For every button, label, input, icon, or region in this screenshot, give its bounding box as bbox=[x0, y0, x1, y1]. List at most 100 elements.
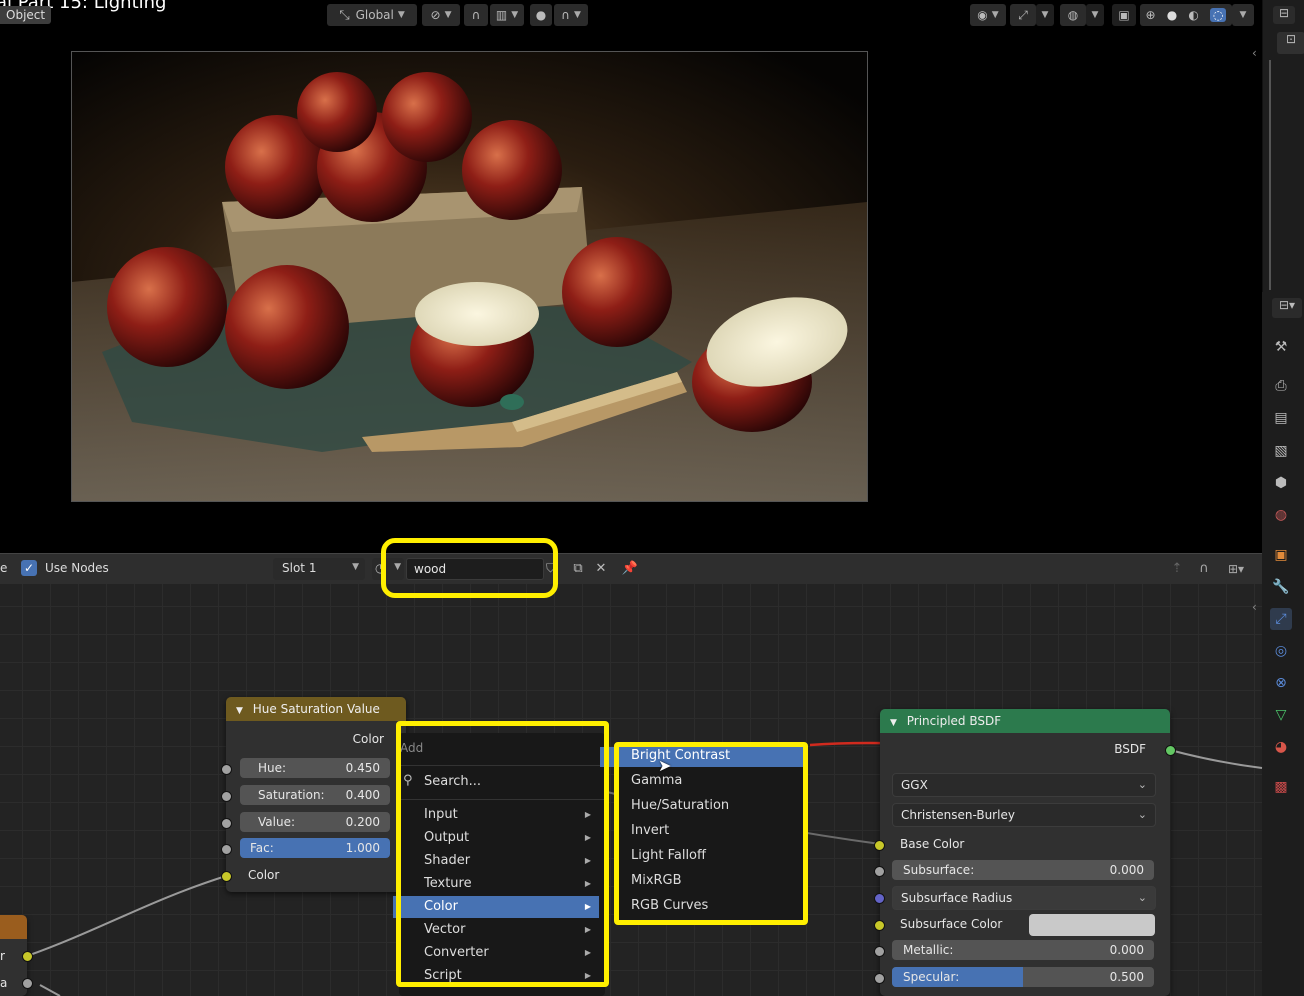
menu-item-color[interactable]: Color ▶ bbox=[393, 896, 599, 918]
collapse-triangle-icon[interactable]: ▼ bbox=[890, 718, 897, 728]
output-socket[interactable] bbox=[22, 951, 33, 962]
submenu-item-invert[interactable]: Invert bbox=[617, 820, 803, 842]
orientation-dropdown[interactable]: ⤡ Global ▼ bbox=[327, 4, 417, 26]
distribution-dropdown[interactable]: GGX ⌄ bbox=[892, 773, 1156, 797]
shading-dropdown[interactable]: ▼ bbox=[1232, 4, 1254, 26]
wireframe-shading-icon[interactable]: ⊕ bbox=[1146, 8, 1156, 22]
unlink-material-close-icon[interactable]: ✕ bbox=[591, 558, 611, 580]
hue-input-socket[interactable] bbox=[221, 764, 232, 775]
physics-properties-tab-icon[interactable]: ◎ bbox=[1270, 640, 1292, 662]
snap-options-dropdown[interactable]: ▥ ▼ bbox=[490, 4, 524, 26]
submenu-item-bright-contrast[interactable]: Bright Contrast bbox=[617, 745, 803, 767]
view-layer-properties-tab-icon[interactable]: ▧ bbox=[1270, 440, 1292, 462]
material-browse-dropdown[interactable]: ◔ ▼ bbox=[372, 558, 404, 580]
material-name-input[interactable] bbox=[406, 558, 544, 580]
overlays-toggle-button[interactable]: ◍ bbox=[1060, 4, 1086, 26]
node-sidebar-toggle-arrow-icon[interactable]: ‹ bbox=[1252, 600, 1257, 614]
saturation-input-socket[interactable] bbox=[221, 791, 232, 802]
fake-user-shield-icon[interactable]: ⛉ bbox=[546, 561, 555, 576]
fac-input-socket[interactable] bbox=[221, 844, 232, 855]
specular-slider[interactable]: Specular: 0.500 bbox=[892, 967, 1154, 987]
outliner-tree-icon[interactable]: ⊡ bbox=[1277, 32, 1304, 54]
outliner-filter-icon[interactable]: ⊟ bbox=[1273, 6, 1295, 24]
snap-toggle-button[interactable]: ∩ bbox=[464, 4, 488, 26]
sidebar-toggle-arrow-icon[interactable]: ‹ bbox=[1252, 46, 1257, 60]
material-properties-tab-icon[interactable]: ◕ bbox=[1270, 736, 1292, 758]
subsurface-radius-dropdown[interactable]: Subsurface Radius ⌄ bbox=[892, 886, 1156, 910]
output-properties-tab-icon[interactable]: ▤ bbox=[1270, 407, 1292, 429]
world-properties-tab-icon[interactable]: ◍ bbox=[1270, 504, 1292, 526]
pin-icon[interactable]: 📌 bbox=[620, 558, 640, 580]
tool-properties-tab-icon[interactable]: ⚒ bbox=[1270, 336, 1292, 358]
solid-shading-icon[interactable]: ● bbox=[1167, 8, 1177, 22]
xray-toggle-button[interactable]: ▣ bbox=[1112, 4, 1136, 26]
menu-item-input[interactable]: Input ▶ bbox=[399, 804, 599, 826]
viewport-area[interactable]: al Part 15: Lighting Object ⤡ Global ▼ ⊘… bbox=[0, 0, 1262, 552]
material-shading-icon[interactable]: ◐ bbox=[1188, 8, 1198, 22]
output-socket[interactable] bbox=[22, 978, 33, 989]
value-input-socket[interactable] bbox=[221, 818, 232, 829]
collapse-triangle-icon[interactable]: ▼ bbox=[236, 706, 243, 716]
pivot-point-dropdown[interactable]: ⊘ ▼ bbox=[422, 4, 460, 26]
menu-item-texture[interactable]: Texture ▶ bbox=[399, 873, 599, 895]
parent-node-tree-icon[interactable]: ⇡ bbox=[1166, 558, 1188, 580]
subsurface-field[interactable]: Subsurface: 0.000 bbox=[892, 860, 1154, 880]
duplicate-material-icon[interactable]: ⧉ bbox=[568, 558, 588, 580]
snap-element-icon: ▥ bbox=[495, 8, 508, 22]
menu-item-converter[interactable]: Converter ▶ bbox=[399, 942, 599, 964]
menu-item-vector[interactable]: Vector ▶ bbox=[399, 919, 599, 941]
principled-bsdf-node[interactable]: ▼ Principled BSDF BSDF GGX ⌄ Christensen… bbox=[880, 709, 1170, 996]
base-color-input-socket[interactable] bbox=[874, 840, 885, 851]
color-input-socket[interactable] bbox=[221, 871, 232, 882]
submenu-item-label: Light Falloff bbox=[631, 848, 706, 863]
subsurface-radius-input-socket[interactable] bbox=[874, 893, 885, 904]
saturation-field[interactable]: Saturation: 0.400 bbox=[240, 785, 390, 805]
rendered-shading-icon[interactable]: ◌ bbox=[1209, 8, 1227, 22]
visibility-dropdown[interactable]: ◉ ▼ bbox=[970, 4, 1006, 26]
metallic-field[interactable]: Metallic: 0.000 bbox=[892, 940, 1154, 960]
subsurface-color-input-socket[interactable] bbox=[874, 920, 885, 931]
object-mode-label[interactable]: Object bbox=[0, 6, 52, 24]
value-field[interactable]: Value: 0.200 bbox=[240, 812, 390, 832]
fac-slider[interactable]: Fac: 1.000 bbox=[240, 838, 390, 858]
constraint-properties-tab-icon[interactable]: ⊗ bbox=[1270, 672, 1292, 694]
menu-item-shader[interactable]: Shader ▶ bbox=[399, 850, 599, 872]
submenu-item-rgb-curves[interactable]: RGB Curves bbox=[617, 895, 803, 917]
menu-item-output[interactable]: Output ▶ bbox=[399, 827, 599, 849]
hue-field[interactable]: Hue: 0.450 bbox=[240, 758, 390, 778]
snap-element-dropdown[interactable]: ⊞▾ bbox=[1218, 558, 1254, 580]
subsurface-method-dropdown[interactable]: Christensen-Burley ⌄ bbox=[892, 803, 1156, 827]
properties-editor-type-dropdown[interactable]: ⊟▾ bbox=[1272, 298, 1302, 318]
color-submenu: Bright Contrast Gamma Hue/Saturation Inv… bbox=[617, 745, 803, 922]
subsurface-input-socket[interactable] bbox=[874, 866, 885, 877]
outliner-scrollbar[interactable] bbox=[1269, 60, 1271, 290]
chevron-down-icon: ▼ bbox=[1239, 10, 1247, 20]
data-properties-tab-icon[interactable]: ▽ bbox=[1270, 704, 1292, 726]
orientation-icon: ⤡ bbox=[339, 7, 350, 23]
specular-input-socket[interactable] bbox=[874, 973, 885, 984]
submenu-item-mixrgb[interactable]: MixRGB bbox=[617, 870, 803, 892]
submenu-item-hue-saturation[interactable]: Hue/Saturation bbox=[617, 795, 803, 817]
render-properties-tab-icon[interactable]: ⎙ bbox=[1270, 375, 1292, 397]
hue-saturation-value-node[interactable]: ▼ Hue Saturation Value Color Hue: 0.450 … bbox=[226, 697, 406, 892]
proportional-edit-button[interactable]: ● bbox=[530, 4, 552, 26]
submenu-item-light-falloff[interactable]: Light Falloff bbox=[617, 845, 803, 867]
snap-toggle-icon[interactable]: ∩ bbox=[1193, 558, 1215, 580]
modifier-properties-tab-icon[interactable]: 🔧 bbox=[1270, 576, 1292, 598]
bsdf-output-socket[interactable] bbox=[1165, 745, 1176, 756]
search-menu-item[interactable]: ⚲ Search... bbox=[399, 771, 599, 793]
use-nodes-checkbox[interactable]: ✓ bbox=[21, 560, 37, 576]
metallic-input-socket[interactable] bbox=[874, 946, 885, 957]
gizmo-toggle-button[interactable]: ⤢ bbox=[1010, 4, 1036, 26]
scene-properties-tab-icon[interactable]: ⬢ bbox=[1270, 472, 1292, 494]
submenu-item-gamma[interactable]: Gamma bbox=[617, 770, 803, 792]
object-properties-tab-icon[interactable]: ▣ bbox=[1270, 544, 1292, 566]
overlays-dropdown[interactable]: ▼ bbox=[1086, 4, 1104, 26]
particle-properties-tab-icon[interactable]: ⤢ bbox=[1270, 608, 1292, 630]
gizmo-dropdown[interactable]: ▼ bbox=[1036, 4, 1054, 26]
subsurface-color-swatch[interactable] bbox=[1029, 914, 1155, 936]
falloff-dropdown[interactable]: ∩ ▼ bbox=[554, 4, 588, 26]
menu-item-script[interactable]: Script ▶ bbox=[399, 965, 599, 987]
slot-dropdown[interactable]: Slot 1 ▼ bbox=[273, 558, 365, 580]
texture-properties-tab-icon[interactable]: ▩ bbox=[1270, 776, 1292, 798]
